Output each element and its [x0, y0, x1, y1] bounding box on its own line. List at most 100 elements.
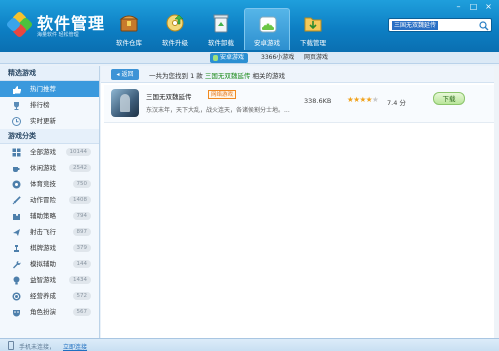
nav-download-manager[interactable]: 下载管理 — [290, 8, 336, 50]
result-summary: 一共为您找到 1 款 三国无双魏延传 相关的游戏 — [149, 70, 285, 80]
sidebar-item-chess[interactable]: 棋牌游戏 379 — [0, 240, 99, 256]
back-label: 返回 — [121, 71, 134, 78]
category-count: 794 — [72, 212, 91, 220]
plane-icon — [13, 229, 20, 236]
treasure-box-icon — [119, 15, 139, 32]
sword-icon — [12, 196, 21, 205]
nav-software-uninstall[interactable]: 软件卸载 — [198, 8, 244, 50]
sidebar-item-wrench[interactable]: 模拟辅助 144 — [0, 256, 99, 272]
game-thumbnail[interactable] — [111, 89, 139, 117]
wrench-icon — [13, 261, 21, 269]
category-count: 567 — [72, 308, 91, 316]
sidebar-item-label: 射击飞行 — [30, 228, 56, 236]
category-heading: 游戏分类 — [0, 129, 99, 144]
category-count: 2542 — [69, 164, 91, 172]
category-count: 897 — [72, 228, 91, 236]
game-type-bar: 安卓游戏 3366小游戏 网页游戏 — [0, 52, 499, 64]
sidebar-item-label: 实时更新 — [30, 117, 56, 125]
minimize-button[interactable]: – — [452, 2, 465, 12]
sidebar-item-label: 体育竞技 — [30, 180, 56, 188]
category-count: 10144 — [65, 148, 91, 156]
category-count: 379 — [72, 244, 91, 252]
tab-android-games[interactable]: 安卓游戏 — [210, 53, 249, 63]
sidebar-item-label: 棋牌游戏 — [30, 244, 56, 252]
sidebar-item-bulb[interactable]: 益智游戏 1434 — [0, 272, 99, 288]
nav-label: 软件升级 — [162, 39, 188, 47]
scrollbar[interactable] — [494, 66, 499, 338]
nav-label: 下载管理 — [300, 39, 326, 47]
result-prefix: 一共为您找到 1 款 — [149, 72, 203, 80]
game-name[interactable]: 三国无双魏延传 — [146, 91, 192, 101]
tab-web-games[interactable]: 网页游戏 — [300, 53, 332, 63]
nav-software-upgrade[interactable]: 软件升级 — [152, 8, 198, 50]
close-button[interactable]: × — [482, 2, 495, 12]
connection-status: 手机未连接， — [19, 344, 56, 351]
connect-now-link[interactable]: 立即连接 — [63, 342, 87, 351]
category-list: 全部游戏 10144 休闲游戏 2542 体育竞技 750 动作冒险 1408 辅助策略 794 射… — [0, 144, 99, 320]
app-logo-icon — [5, 10, 34, 39]
rating-stars: ★★★★★ — [347, 95, 379, 104]
game-size: 338.6KB — [304, 97, 332, 105]
disc-upgrade-icon — [166, 14, 184, 32]
sidebar-item-label: 角色扮演 — [30, 308, 56, 316]
sidebar-item-thumb-up[interactable]: 热门推荐 — [0, 81, 99, 97]
app-subtitle: 海量软件 轻松管理 — [37, 32, 79, 38]
trophy-icon — [14, 102, 19, 110]
sidebar-item-label: 经营养成 — [30, 292, 56, 300]
main-panel: ◂ 返回 一共为您找到 1 款 三国无双魏延传 相关的游戏 三国无双魏延传 网络… — [101, 66, 499, 338]
sidebar-item-sword[interactable]: 动作冒险 1408 — [0, 192, 99, 208]
phone-icon — [8, 341, 14, 350]
title-bar: 软件管理 海量软件 轻松管理 软件仓库 软件升级 软件卸载 安卓游戏 下载管理 … — [0, 0, 499, 52]
soccer-icon — [12, 180, 21, 189]
sidebar-item-plane[interactable]: 射击飞行 897 — [0, 224, 99, 240]
game-rating: 7.4 分 — [387, 99, 406, 107]
category-count: 144 — [72, 260, 91, 268]
search-input[interactable]: 三国无双魏延传 — [388, 18, 492, 32]
mask-icon — [13, 310, 20, 317]
sidebar-item-label: 益智游戏 — [30, 276, 56, 284]
search-query: 三国无双魏延传 — [392, 21, 439, 30]
star-icon: ★ — [371, 95, 379, 104]
status-bar: 手机未连接， 立即连接 — [0, 338, 499, 351]
chess-icon — [14, 245, 19, 252]
sidebar-item-label: 动作冒险 — [30, 196, 56, 204]
sidebar-item-label: 模拟辅助 — [30, 260, 56, 268]
maximize-button[interactable]: □ — [467, 2, 480, 12]
category-count: 572 — [72, 292, 91, 300]
sidebar-item-label: 热门推荐 — [30, 85, 56, 93]
search-icon[interactable] — [479, 21, 489, 31]
category-count: 1434 — [69, 276, 91, 284]
game-type-badge: 网络游戏 — [208, 90, 237, 99]
coffee-icon — [13, 167, 20, 172]
bulb-icon — [13, 276, 20, 285]
sidebar-item-mask[interactable]: 角色扮演 567 — [0, 304, 99, 320]
sidebar-item-coin[interactable]: 经营养成 572 — [0, 288, 99, 304]
nav-label: 软件卸载 — [208, 39, 234, 47]
thumb-up-icon — [13, 86, 21, 94]
nav-software-store[interactable]: 软件仓库 — [106, 8, 152, 50]
game-list-item[interactable]: 三国无双魏延传 网络游戏 东汉末年，天下大乱，战火连天，各诸侯割分士地。... … — [104, 85, 499, 123]
coin-icon — [12, 292, 21, 301]
sidebar-item-label: 全部游戏 — [30, 148, 56, 156]
result-keyword: 三国无双魏延传 — [204, 72, 251, 80]
grid-icon — [12, 148, 21, 157]
sidebar-item-label: 休闲游戏 — [30, 164, 56, 172]
clock-icon — [12, 117, 21, 126]
sidebar-item-puzzle[interactable]: 辅助策略 794 — [0, 208, 99, 224]
nav-android-games[interactable]: 安卓游戏 — [244, 8, 290, 50]
main-nav: 软件仓库 软件升级 软件卸载 安卓游戏 下载管理 — [106, 8, 336, 52]
result-suffix: 相关的游戏 — [252, 72, 285, 80]
recycle-bin-icon — [213, 14, 229, 33]
android-game-icon — [259, 16, 277, 33]
featured-list: 热门推荐排行榜实时更新 — [0, 81, 99, 129]
sidebar-item-clock[interactable]: 实时更新 — [0, 113, 99, 129]
category-count: 1408 — [69, 196, 91, 204]
sidebar-item-trophy[interactable]: 排行榜 — [0, 97, 99, 113]
sidebar-item-soccer[interactable]: 体育竞技 750 — [0, 176, 99, 192]
sidebar-item-grid[interactable]: 全部游戏 10144 — [0, 144, 99, 160]
sidebar-item-coffee[interactable]: 休闲游戏 2542 — [0, 160, 99, 176]
tab-mini-games[interactable]: 3366小游戏 — [257, 53, 298, 63]
back-button[interactable]: ◂ 返回 — [111, 69, 139, 80]
window-controls: – □ × — [452, 2, 495, 12]
download-button[interactable]: 下载 — [433, 92, 465, 105]
